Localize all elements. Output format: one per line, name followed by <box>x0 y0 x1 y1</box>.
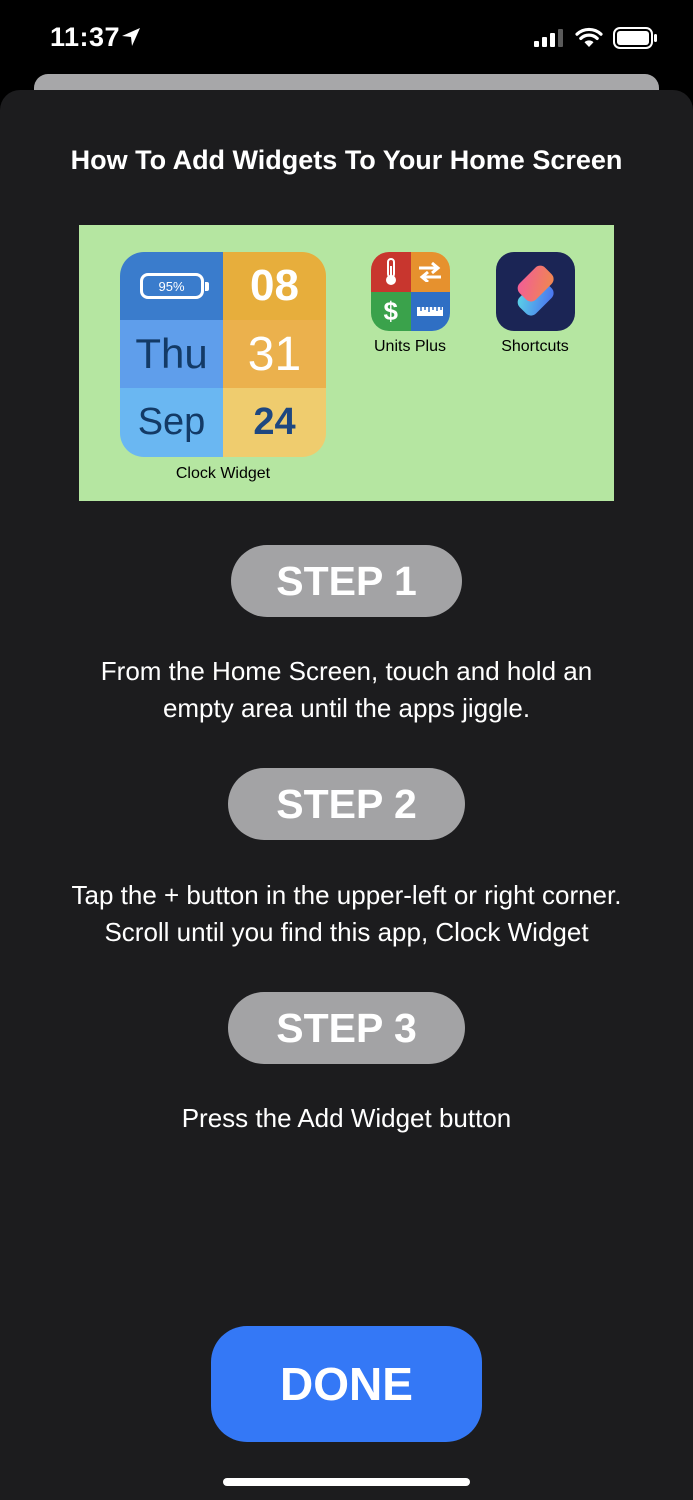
status-bar: 11:37 <box>0 0 693 74</box>
widget-date: 24 <box>253 401 296 443</box>
done-button[interactable]: DONE <box>211 1326 482 1442</box>
widget-minute: 31 <box>247 327 302 381</box>
battery-icon <box>613 27 657 49</box>
widget-minute-cell: 31 <box>223 320 326 388</box>
units-plus-icon: $ <box>371 252 450 331</box>
wifi-icon <box>575 27 603 47</box>
step-3-instructions: Press the Add Widget button <box>0 1100 693 1137</box>
location-arrow-icon <box>122 28 140 46</box>
widget-month-cell: Sep <box>120 388 223 457</box>
widget-battery-cell: 95% <box>120 252 223 320</box>
shortcuts-icon <box>496 252 575 331</box>
ruler-icon <box>410 291 450 331</box>
step-1-badge: STEP 1 <box>231 545 462 617</box>
step-3-line-1: Press the Add Widget button <box>181 1103 512 1133</box>
units-plus-label: Units Plus <box>373 338 447 355</box>
step-2-line-1: Tap the + button in the upper-left or ri… <box>71 880 622 910</box>
widget-day: Thu <box>135 330 208 377</box>
swap-arrows-icon <box>410 252 450 292</box>
widget-battery-icon: 95% <box>139 273 209 299</box>
widget-hour-cell: 08 <box>223 252 326 320</box>
widget-battery-level: 95% <box>158 278 185 294</box>
step-1-instructions: From the Home Screen, touch and hold an … <box>0 653 693 727</box>
clock-widget-label: Clock Widget <box>175 465 271 482</box>
cellular-signal-icon <box>534 29 563 47</box>
widget-hour: 08 <box>250 261 299 310</box>
step-1-line-2: empty area until the apps jiggle. <box>162 693 531 723</box>
step-2-line-2: Scroll until you find this app, Clock Wi… <box>104 917 589 947</box>
step-2-instructions: Tap the + button in the upper-left or ri… <box>0 877 693 951</box>
widget-day-cell: Thu <box>120 320 223 388</box>
thermometer-icon <box>371 252 411 292</box>
page-title: How To Add Widgets To Your Home Screen <box>70 145 623 175</box>
home-screen-preview: 95% 08 Thu 31 Sep 24 Clock Widget $ Unit… <box>79 225 614 501</box>
step-3-badge: STEP 3 <box>228 992 465 1064</box>
status-time: 11:37 <box>50 22 121 52</box>
dollar-icon: $ <box>371 291 411 331</box>
shortcuts-label: Shortcuts <box>501 338 569 355</box>
step-2-badge: STEP 2 <box>228 768 465 840</box>
widget-date-cell: 24 <box>223 388 326 457</box>
clock-widget-preview: 95% 08 Thu 31 Sep 24 <box>120 252 326 457</box>
widget-month: Sep <box>137 401 206 443</box>
home-indicator[interactable] <box>223 1478 470 1486</box>
step-1-line-1: From the Home Screen, touch and hold an <box>100 656 593 686</box>
